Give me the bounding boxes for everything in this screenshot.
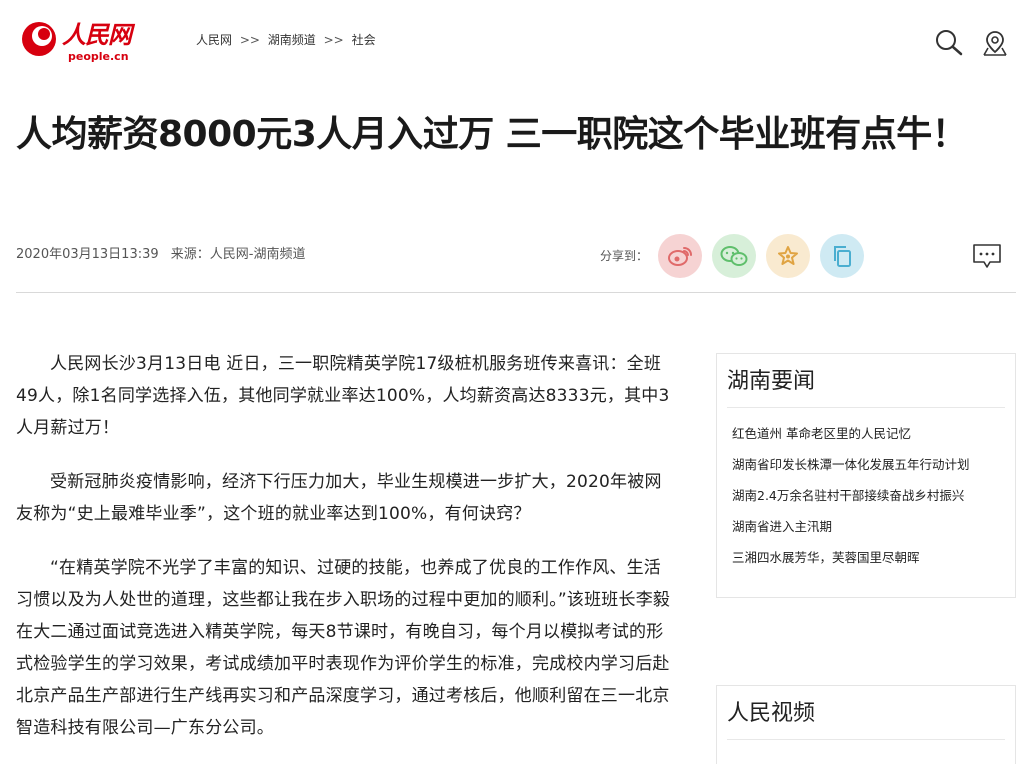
sidebar-news-item[interactable]: 红色道州 革命老区里的人民记忆 [732,426,1012,457]
source-label: 来源： [170,247,210,262]
article-paragraph: 受新冠肺炎疫情影响，经济下行压力加大，毕业生规模进一步扩大，2020年被网友称为… [16,472,662,524]
share-label: 分享到： [600,249,649,263]
site-header: 人民网 people.cn 人民网 >> 湖南频道 >> 社会 [0,0,1033,80]
sidebar-title-divider [727,407,1005,408]
copy-icon [834,246,851,267]
sidebar-news-title: 湖南要闻 [727,369,816,394]
wechat-icon [720,246,748,266]
sidebar-title-divider [727,739,1005,740]
breadcrumb-item-hunan[interactable]: 湖南频道 [268,33,316,47]
weibo-icon [668,247,692,266]
article-meta: 2020年03月13日13:39 来源：人民网-湖南频道 [16,246,306,264]
source-link[interactable]: 人民网-湖南频道 [210,247,306,262]
logo-text-cn: 人民网 [62,20,132,49]
article-body: 人民网长沙3月13日电 近日，三一职院精英学院17级桩机服务班传来喜讯：全班49… [16,348,678,764]
comment-icon[interactable] [972,243,1002,269]
breadcrumb-item-society[interactable]: 社会 [352,33,376,47]
meta-divider [16,292,1016,293]
logo-emblem-icon [22,22,56,56]
star-icon [778,246,798,265]
sidebar-hunan-news: 湖南要闻 红色道州 革命老区里的人民记忆 湖南省印发长株潭一体化发展五年行动计划… [716,353,1016,598]
sidebar-news-item[interactable]: 湖南省印发长株潭一体化发展五年行动计划 [732,457,1012,488]
article-title: 人均薪资8000元3人月入过万 三一职院这个毕业班有点牛！ [16,114,968,155]
share-weibo-button[interactable] [658,234,702,278]
search-icon[interactable] [934,28,964,58]
sidebar-news-item[interactable]: 湖南2.4万余名驻村干部接续奋战乡村振兴 [732,488,1012,519]
breadcrumb-separator: >> [239,33,260,47]
article-paragraph: “在精英学院不光学了丰富的知识、过硬的技能，也养成了优良的工作作风、生活习惯以及… [16,558,671,738]
logo-text-en: people.cn [68,50,129,63]
publish-date: 2020年03月13日13:39 [16,247,159,262]
sidebar-news-item[interactable]: 湖南省进入主汛期 [732,519,1012,550]
article-paragraph: 人民网长沙3月13日电 近日，三一职院精英学院17级桩机服务班传来喜讯：全班49… [16,354,670,438]
site-logo[interactable]: 人民网 people.cn [20,20,140,64]
sidebar-news-item[interactable]: 三湘四水展芳华，芙蓉国里尽朝晖 [732,550,1012,581]
breadcrumb-item-home[interactable]: 人民网 [196,33,232,47]
location-icon[interactable] [980,28,1010,58]
sidebar-people-video: 人民视频 [716,685,1016,764]
sidebar-news-list: 红色道州 革命老区里的人民记忆 湖南省印发长株潭一体化发展五年行动计划 湖南2.… [732,426,1012,581]
breadcrumb: 人民网 >> 湖南频道 >> 社会 [196,32,380,48]
share-wechat-button[interactable] [712,234,756,278]
sidebar-video-title: 人民视频 [727,701,816,726]
share-favorite-button[interactable] [766,234,810,278]
share-copy-button[interactable] [820,234,864,278]
breadcrumb-separator: >> [323,33,344,47]
